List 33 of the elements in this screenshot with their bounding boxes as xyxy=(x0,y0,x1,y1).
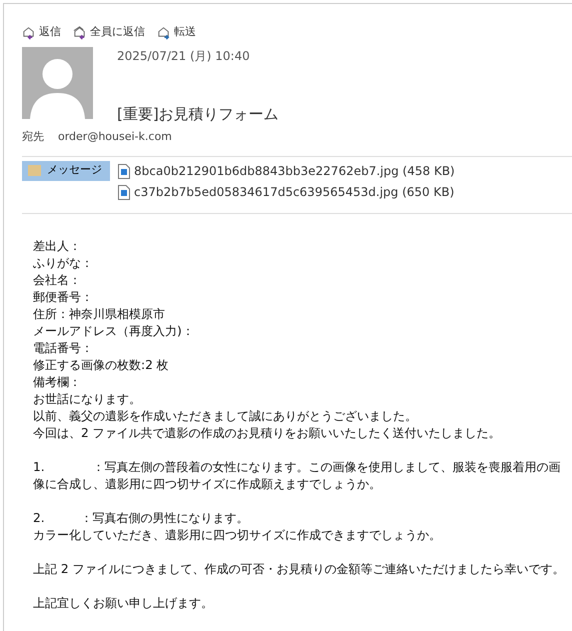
reply-icon xyxy=(22,24,36,40)
body-text: お世話になります。 xyxy=(33,390,142,408)
body-text: メールアドレス（再度入力)： xyxy=(33,322,195,340)
attachment-link[interactable]: c37b2b7b5ed05834617d5c639565453d.jpg (650 KB) xyxy=(134,183,454,201)
body-text: 備考欄： xyxy=(33,374,82,390)
message-tab[interactable]: メッセージ xyxy=(22,160,110,180)
body-text: 修正する画像の枚数:2 枚 xyxy=(33,356,170,374)
body-text: カラー化していただき、遺影用に四つ切サイズに作成できますでしょうか。 xyxy=(33,526,442,544)
folder-icon xyxy=(28,165,41,176)
body-text: 住所：神奈川県相模原市 xyxy=(33,306,166,322)
image-file-icon xyxy=(118,184,130,200)
recipient-address: order@housei-k.com xyxy=(58,129,172,145)
reply-all-icon xyxy=(73,24,87,40)
body-text: 以前、義父の遺影を作成いただきまして誠にありがとうございました。 xyxy=(33,408,418,424)
forward-icon xyxy=(157,24,171,40)
reply-button[interactable]: 返信 xyxy=(22,24,61,40)
forward-button[interactable]: 転送 xyxy=(157,24,196,40)
body-text: 上記 2 ファイルにつきまして、作成の可否・お見積りの金額等ご連絡いただけましたら幸いです。 xyxy=(33,560,566,578)
body-text: 1. ：写真左側の普段着の女性になります。この画像を使用しまして、服装を喪服着用の画像に合成し、遺影用に四つ切サイズに作成願えますでしょうか。 xyxy=(33,458,562,492)
body-text: ふりがな： xyxy=(33,254,94,272)
body-text: 会社名： xyxy=(33,272,82,288)
body-text: 上記宜しくお願い申し上げます。 xyxy=(33,594,214,612)
body-text: 電話番号： xyxy=(33,340,94,356)
body-text: 2. ：写真右側の男性になります。 xyxy=(33,510,250,526)
sent-date: 2025/07/21 (月) 10:40 xyxy=(117,48,251,64)
body-text: 今回は、2 ファイル共で遺影の作成のお見積りをお願いいたしたく送付いたしました。 xyxy=(33,424,502,442)
recipient-label: 宛先 xyxy=(22,129,44,145)
body-text: 郵便番号： xyxy=(33,288,94,306)
image-file-icon xyxy=(118,164,130,178)
reply-all-button[interactable]: 全員に返信 xyxy=(73,24,145,40)
email-subject: [重要]お見積りフォーム xyxy=(117,104,279,124)
body-text: 差出人： xyxy=(33,238,82,254)
attachment-link[interactable]: 8bca0b212901b6db8843bb3e22762eb7.jpg (458 KB) xyxy=(134,162,455,180)
